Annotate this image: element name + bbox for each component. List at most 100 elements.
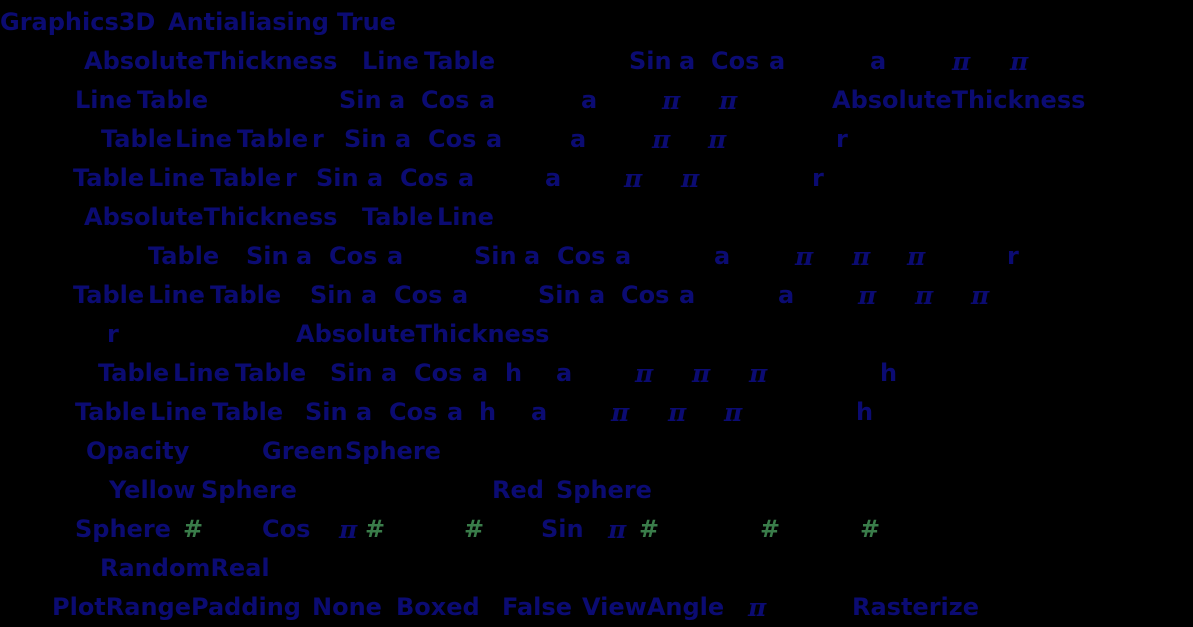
symbol-token: a	[395, 125, 412, 153]
symbol-token: Table	[210, 164, 282, 192]
symbol-token: Sphere	[201, 476, 297, 504]
symbol-token: Opacity	[86, 437, 190, 465]
symbol-token: Cos	[428, 125, 477, 153]
slot-token: #	[183, 515, 204, 543]
symbol-token: PlotRangePadding	[52, 593, 301, 621]
slot-token: #	[365, 515, 386, 543]
greek-symbol-token: π	[608, 515, 627, 544]
symbol-token: a	[361, 281, 378, 309]
greek-symbol-token: π	[724, 398, 743, 427]
symbol-token: a	[356, 398, 373, 426]
symbol-token: Graphics3D	[0, 8, 156, 36]
symbol-token: Sin	[330, 359, 373, 387]
symbol-token: Line	[437, 203, 494, 231]
slot-token: #	[860, 515, 881, 543]
symbol-token: Table	[210, 281, 282, 309]
symbol-token: a	[296, 242, 313, 270]
symbol-token: r	[312, 125, 324, 153]
symbol-token: h	[505, 359, 523, 387]
symbol-token: a	[870, 47, 887, 75]
greek-symbol-token: π	[749, 359, 768, 388]
symbol-token: a	[524, 242, 541, 270]
symbol-token: Cos	[262, 515, 311, 543]
symbol-token: h	[479, 398, 497, 426]
symbol-token: Boxed	[396, 593, 480, 621]
symbol-token: AbsoluteThickness	[84, 203, 338, 231]
symbol-token: a	[589, 281, 606, 309]
symbol-token: Cos	[414, 359, 463, 387]
greek-symbol-token: π	[681, 164, 700, 193]
symbol-token: AbsoluteThickness	[296, 320, 550, 348]
symbol-token: Line	[150, 398, 207, 426]
symbol-token: Rasterize	[852, 593, 980, 621]
greek-symbol-token: π	[339, 515, 358, 544]
slot-token: #	[464, 515, 485, 543]
code-line: Sphere # Cos π # # Sin π # # #	[0, 510, 1193, 549]
greek-symbol-token: π	[624, 164, 643, 193]
symbol-token: Sin	[339, 86, 382, 114]
symbol-token: a	[458, 164, 475, 192]
symbol-token: r	[812, 164, 824, 192]
greek-symbol-token: π	[1010, 47, 1029, 76]
symbol-token: r	[1007, 242, 1019, 270]
symbol-token: None	[312, 593, 382, 621]
greek-symbol-token: π	[611, 398, 630, 427]
code-line: Table Line Table Sin a Cos a Sin a Cos a a π π π	[0, 276, 1193, 315]
greek-symbol-token: π	[852, 242, 871, 271]
symbol-token: ViewAngle	[582, 593, 725, 621]
symbol-token: Sin	[305, 398, 348, 426]
code-line: Graphics3D Antialiasing True	[0, 3, 1193, 42]
symbol-token: Red	[492, 476, 544, 504]
symbol-token: Sin	[316, 164, 359, 192]
symbol-token: Antialiasing	[168, 8, 329, 36]
greek-symbol-token: π	[708, 125, 727, 154]
symbol-token: Line	[148, 164, 205, 192]
symbol-token: Cos	[394, 281, 443, 309]
symbol-token: Sphere	[556, 476, 652, 504]
symbol-token: Sin	[629, 47, 672, 75]
code-line: Opacity Green Sphere	[0, 432, 1193, 471]
slot-token: #	[639, 515, 660, 543]
symbol-token: a	[452, 281, 469, 309]
code-line: Line Table Sin a Cos a a π π AbsoluteThickness	[0, 81, 1193, 120]
symbol-token: Sin	[310, 281, 353, 309]
code-line: Yellow Sphere Red Sphere	[0, 471, 1193, 510]
symbol-token: a	[581, 86, 598, 114]
symbol-token: Line	[175, 125, 232, 153]
symbol-token: a	[486, 125, 503, 153]
symbol-token: a	[447, 398, 464, 426]
symbol-token: a	[570, 125, 587, 153]
symbol-token: a	[714, 242, 731, 270]
code-listing-canvas: Graphics3D Antialiasing True AbsoluteThickn…	[0, 0, 1193, 622]
symbol-token: False	[502, 593, 572, 621]
symbol-token: a	[545, 164, 562, 192]
symbol-token: Table	[101, 125, 173, 153]
code-line: Table Line Table r Sin a Cos a a π π r	[0, 159, 1193, 198]
symbol-token: Sin	[538, 281, 581, 309]
code-line: PlotRangePadding None Boxed False ViewAngle π…	[0, 588, 1193, 627]
symbol-token: AbsoluteThickness	[84, 47, 338, 75]
greek-symbol-token: π	[795, 242, 814, 271]
symbol-token: a	[778, 281, 795, 309]
symbol-token: Yellow	[109, 476, 196, 504]
symbol-token: Cos	[621, 281, 670, 309]
symbol-token: Table	[137, 86, 209, 114]
symbol-token: Sin	[344, 125, 387, 153]
symbol-token: Table	[362, 203, 434, 231]
symbol-token: Table	[235, 359, 307, 387]
greek-symbol-token: π	[971, 281, 990, 310]
greek-symbol-token: π	[662, 86, 681, 115]
code-line: Table Line Table Sin a Cos a h a π π π h	[0, 393, 1193, 432]
symbol-token: a	[679, 281, 696, 309]
symbol-token: Green	[262, 437, 344, 465]
greek-symbol-token: π	[652, 125, 671, 154]
code-line: Table Line Table Sin a Cos a h a π π π h	[0, 354, 1193, 393]
symbol-token: Sphere	[75, 515, 171, 543]
symbol-token: Cos	[557, 242, 606, 270]
symbol-token: Line	[75, 86, 132, 114]
symbol-token: Cos	[711, 47, 760, 75]
symbol-token: a	[367, 164, 384, 192]
greek-symbol-token: π	[635, 359, 654, 388]
greek-symbol-token: π	[692, 359, 711, 388]
code-line: AbsoluteThickness Line Table Sin a Cos a a π π	[0, 42, 1193, 81]
